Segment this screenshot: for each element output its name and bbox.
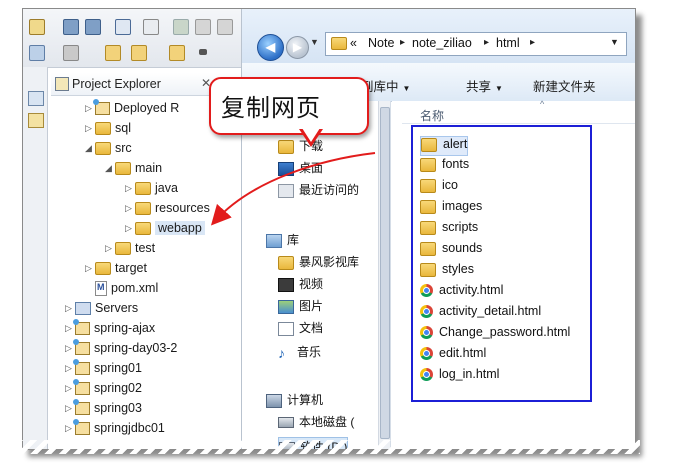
torn-edge — [16, 440, 640, 454]
screenshot-frame: Project Explorer ✕ ▷ Deployed R ▷ sql ◢ src ◢ m… — [22, 8, 636, 450]
annotation-arrow — [210, 152, 376, 226]
